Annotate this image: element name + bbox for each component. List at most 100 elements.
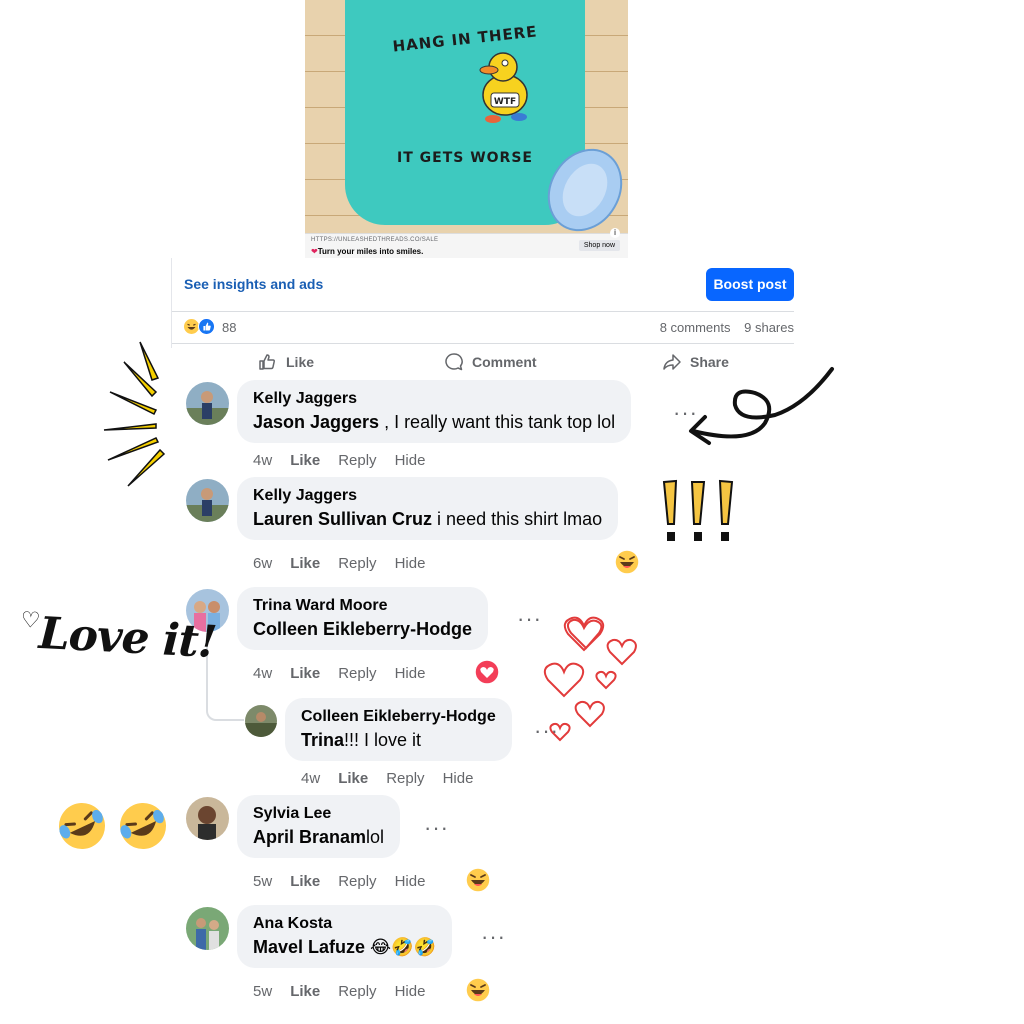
comment-bubble: Ana Kosta Mavel Lafuze 😂🤣🤣: [237, 905, 452, 968]
more-options-icon[interactable]: ···: [424, 817, 449, 839]
comment-like-button[interactable]: Like: [290, 873, 320, 890]
comment-button[interactable]: Comment: [444, 352, 537, 372]
comment-hide-button[interactable]: Hide: [395, 983, 426, 1000]
divider: [172, 343, 794, 344]
comment-hide-button[interactable]: Hide: [443, 770, 474, 787]
comment-text: Lauren Sullivan Cruz i need this shirt l…: [253, 509, 603, 529]
info-icon[interactable]: i: [610, 228, 620, 238]
mention-link[interactable]: Lauren Sullivan Cruz: [253, 509, 432, 529]
comment-meta: 6w Like Reply Hide: [253, 555, 425, 572]
comment-author[interactable]: Kelly Jaggers: [253, 390, 615, 408]
comment-time[interactable]: 5w: [253, 983, 272, 1000]
share-icon: [663, 354, 681, 370]
avatar[interactable]: [186, 382, 229, 425]
ad-footer[interactable]: HTTPS://UNLEASHEDTHREADS.CO/SALE ❤Turn y…: [305, 233, 628, 258]
comment-author[interactable]: Sylvia Lee: [253, 805, 384, 823]
comment-text: Jason Jaggers , I really want this tank …: [253, 412, 616, 432]
burst-rays-decoration: [103, 341, 166, 487]
comments-count[interactable]: 8 comments: [660, 320, 731, 335]
comment-reply-button[interactable]: Reply: [338, 555, 376, 572]
see-insights-link[interactable]: See insights and ads: [184, 276, 323, 292]
comment-time[interactable]: 4w: [253, 452, 272, 469]
comment-like-button[interactable]: Like: [338, 770, 368, 787]
mention-link[interactable]: April Branam: [253, 827, 366, 847]
comment-reply-button[interactable]: Reply: [338, 983, 376, 1000]
mention-link[interactable]: Colleen Eikleberry-Hodge: [253, 619, 472, 639]
comment-hide-button[interactable]: Hide: [395, 873, 426, 890]
more-options-icon[interactable]: ···: [517, 608, 542, 630]
post-stats: 8 comments 9 shares: [650, 320, 794, 335]
ad-url: HTTPS://UNLEASHEDTHREADS.CO/SALE: [311, 237, 439, 243]
comment-text: Mavel Lafuze 😂🤣🤣: [253, 937, 436, 957]
comment-author[interactable]: Trina Ward Moore: [253, 597, 472, 615]
comment-author[interactable]: Ana Kosta: [253, 915, 436, 933]
comment-like-button[interactable]: Like: [290, 665, 320, 682]
comment-like-button[interactable]: Like: [290, 983, 320, 1000]
comment-icon: [445, 353, 463, 371]
avatar[interactable]: [245, 705, 277, 737]
thumbs-up-icon: [259, 354, 275, 370]
haha-reaction-icon[interactable]: [465, 867, 491, 893]
comment-hide-button[interactable]: Hide: [395, 555, 426, 572]
shop-now-button[interactable]: Shop now: [578, 240, 620, 251]
love-reaction-icon[interactable]: [474, 659, 500, 685]
like-label: Like: [286, 354, 315, 370]
avatar[interactable]: [186, 797, 229, 840]
comment-bubble: Trina Ward Moore Colleen Eikleberry-Hodg…: [237, 587, 489, 650]
comment-reply-button[interactable]: Reply: [338, 665, 376, 682]
reaction-count[interactable]: 88: [222, 320, 236, 335]
love-it-decoration: ♡Love it!: [20, 606, 218, 669]
divider: [172, 311, 794, 312]
avatar[interactable]: [186, 479, 229, 522]
avatar[interactable]: [186, 907, 229, 950]
comment-label: Comment: [472, 354, 537, 370]
like-button[interactable]: Like: [258, 352, 314, 372]
comment-time[interactable]: 4w: [301, 770, 320, 787]
comment-like-button[interactable]: Like: [290, 452, 320, 469]
comment-bubble: Kelly Jaggers Lauren Sullivan Cruz i nee…: [237, 477, 619, 540]
hearts-decoration: [543, 616, 637, 742]
comment-bubble: Kelly Jaggers Jason Jaggers , I really w…: [237, 380, 632, 443]
comment-reply-button[interactable]: Reply: [338, 452, 376, 469]
ad-tagline: ❤Turn your miles into smiles.: [311, 247, 424, 256]
comment-reply-button[interactable]: Reply: [338, 873, 376, 890]
svg-text:WTF: WTF: [494, 97, 516, 107]
comment-text: April Branamlol: [253, 827, 385, 847]
comment-hide-button[interactable]: Hide: [395, 452, 426, 469]
ad-image[interactable]: HANG IN THERE WTF IT GETS WORSE HTTPS://…: [305, 0, 628, 258]
rolling-laughing-icon: [59, 803, 105, 849]
comment-meta: 4w Like Reply Hide: [301, 770, 473, 787]
boost-post-button[interactable]: Boost post: [706, 268, 794, 301]
heart-icon: ❤: [311, 247, 318, 256]
comment-time[interactable]: 6w: [253, 555, 272, 572]
sneaker-icon: [547, 148, 623, 232]
comment-reply-button[interactable]: Reply: [386, 770, 424, 787]
exclamation-marks-decoration: [662, 479, 734, 541]
comment-meta: 4w Like Reply Hide: [253, 665, 425, 682]
comment-hide-button[interactable]: Hide: [395, 665, 426, 682]
comment-meta: 5w Like Reply Hide: [253, 983, 425, 1000]
haha-reaction-icon[interactable]: [614, 549, 640, 575]
duck-icon: WTF: [479, 52, 528, 123]
shares-count[interactable]: 9 shares: [744, 320, 794, 335]
comment-meta: 4w Like Reply Hide: [253, 452, 425, 469]
comment-bubble: Colleen Eikleberry-Hodge Trina!!! I love…: [285, 698, 512, 761]
comment-time[interactable]: 4w: [253, 665, 272, 682]
comment-bubble: Sylvia Lee April Branamlol: [237, 795, 401, 858]
comment-text: Trina!!! I love it: [301, 730, 422, 750]
rolling-laughing-icon: [120, 803, 166, 849]
mention-link[interactable]: Trina: [301, 730, 344, 750]
more-options-icon[interactable]: ···: [481, 926, 506, 948]
comment-author[interactable]: Colleen Eikleberry-Hodge: [301, 708, 496, 726]
mention-link[interactable]: Mavel Lafuze: [253, 937, 365, 957]
comment-author[interactable]: Kelly Jaggers: [253, 487, 602, 505]
card-border: [171, 258, 172, 348]
haha-reaction-icon[interactable]: [465, 977, 491, 1003]
heart-outline-icon: ♡: [20, 606, 41, 634]
comment-time[interactable]: 5w: [253, 873, 272, 890]
comment-meta: 5w Like Reply Hide: [253, 873, 425, 890]
mention-link[interactable]: Jason Jaggers: [253, 412, 379, 432]
swirl-arrow-decoration: [689, 367, 834, 445]
comment-like-button[interactable]: Like: [290, 555, 320, 572]
comment-text: Colleen Eikleberry-Hodge: [253, 619, 472, 640]
